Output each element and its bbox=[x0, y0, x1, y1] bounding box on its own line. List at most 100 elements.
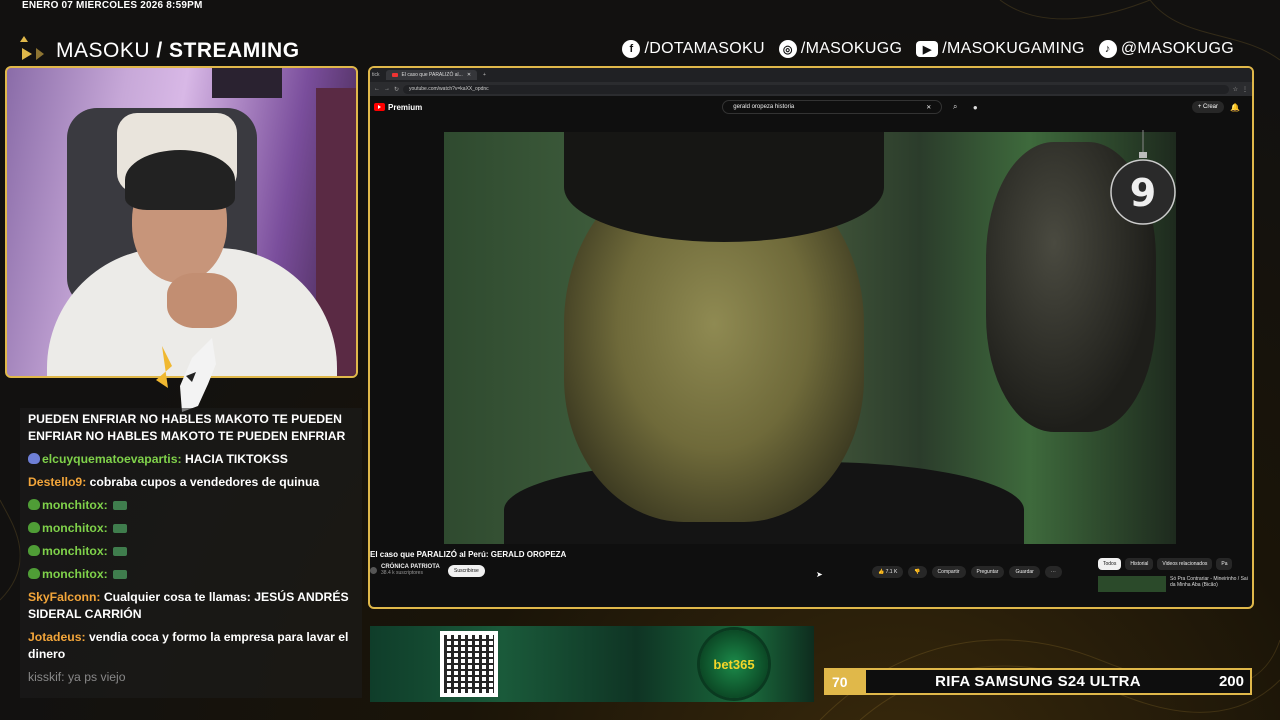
chat-emote-icon bbox=[113, 524, 128, 533]
chip-historial[interactable]: Historial bbox=[1125, 558, 1154, 570]
video-player[interactable] bbox=[444, 132, 1176, 544]
like-button[interactable]: 👍 7.1 K bbox=[872, 566, 904, 578]
chat-username[interactable]: Jotadeus: bbox=[28, 630, 86, 644]
new-tab-icon[interactable]: + bbox=[483, 72, 486, 78]
social-youtube: ▶ /MASOKUGAMING bbox=[916, 40, 1085, 58]
chat-emote-icon bbox=[113, 547, 128, 556]
video-actions: 👍 7.1 K 👎 Compartir Preguntar Guardar ⋯ bbox=[872, 566, 1062, 578]
back-icon[interactable]: ← bbox=[374, 86, 380, 92]
clear-search-icon[interactable]: ✕ bbox=[926, 104, 931, 111]
chat-text: ya ps viejo bbox=[67, 670, 126, 684]
subscribe-button[interactable]: Suscribirse bbox=[448, 565, 485, 577]
social-tiktok: ♪ @MASOKUGG bbox=[1098, 40, 1234, 58]
bookmark-icon[interactable]: ☆ bbox=[1233, 86, 1238, 93]
chat-text: PUEDEN ENFRIAR NO HABLES MAKOTO TE PUEDE… bbox=[28, 412, 346, 443]
like-count: 7.1 K bbox=[885, 569, 898, 575]
user-badge-icon bbox=[28, 522, 40, 533]
forward-icon[interactable]: → bbox=[384, 86, 390, 92]
channel-info: CRÓNICA PATRIOTA 38.4 k suscriptores bbox=[370, 564, 440, 576]
user-badge-icon bbox=[28, 453, 40, 464]
youtube-favicon-icon bbox=[391, 73, 398, 77]
brand-chevron-icon bbox=[20, 36, 44, 70]
video-title: El caso que PARALIZÓ al Perú: GERALD ORO… bbox=[370, 550, 567, 559]
channel-avatar[interactable] bbox=[370, 566, 377, 574]
wolf-mascot-icon bbox=[156, 338, 216, 412]
recommendation-chips: Todos Historial Videos relacionados Pa bbox=[1098, 558, 1233, 570]
microphone-icon[interactable]: ● bbox=[968, 100, 982, 114]
social-instagram-label: /MASOKUGG bbox=[800, 40, 903, 57]
create-button[interactable]: + Crear bbox=[1191, 101, 1225, 113]
sponsor-banner: bet365 bbox=[370, 626, 814, 702]
instagram-icon: ◎ bbox=[778, 40, 797, 58]
share-button[interactable]: Compartir bbox=[931, 566, 966, 578]
chat-text: cobraba cupos a vendedores de quinua bbox=[89, 475, 320, 489]
tab-left-stub[interactable]: tick bbox=[372, 72, 380, 78]
ornament-digit: 9 bbox=[1130, 171, 1156, 215]
social-youtube-label: /MASOKUGAMING bbox=[942, 40, 1085, 57]
chat-emote-icon bbox=[113, 501, 128, 510]
raffle-goal: 200 bbox=[1218, 673, 1244, 690]
save-label: Guardar bbox=[1015, 569, 1034, 575]
browser-urlbar: ← → ↻ youtube.com/watch?v=kaXX_opdnc ☆ ⋮ bbox=[370, 82, 1252, 96]
chat-message: Jotadeus: vendia coca y formo la empresa… bbox=[20, 626, 362, 666]
youtube-search-input[interactable]: gerald oropeza historia ✕ bbox=[722, 100, 943, 114]
chat-username[interactable]: monchitox: bbox=[42, 544, 108, 558]
brand-streaming: / STREAMING bbox=[156, 39, 300, 62]
chat-username[interactable]: monchitox: bbox=[42, 521, 108, 535]
user-badge-icon bbox=[28, 545, 40, 556]
more-icon[interactable]: ⋯ bbox=[1044, 566, 1062, 578]
chat-username[interactable]: monchitox: bbox=[42, 498, 108, 512]
chat-text: HACIA TIKTOKSS bbox=[184, 452, 288, 466]
channel-subscribers: 38.4 k suscriptores bbox=[381, 570, 423, 576]
chat-message: monchitox: bbox=[20, 494, 362, 517]
browser-tabbar: tick El caso que PARALIZÓ al... ✕ + bbox=[370, 68, 1252, 82]
chat-username[interactable]: SkyFalconn: bbox=[28, 590, 100, 604]
social-instagram: ◎ /MASOKUGG bbox=[778, 40, 903, 58]
social-tiktok-label: @MASOKUGG bbox=[1120, 40, 1234, 57]
chip-more[interactable]: Pa bbox=[1216, 558, 1233, 570]
menu-icon[interactable]: ⋮ bbox=[1242, 86, 1248, 93]
wall-frame bbox=[212, 68, 282, 98]
chat-message: elcuyquematoevapartis: HACIA TIKTOKSS bbox=[20, 448, 362, 471]
facebook-icon: f bbox=[622, 40, 641, 58]
raffle-current: 70 bbox=[826, 670, 866, 693]
chip-related[interactable]: Videos relacionados bbox=[1157, 558, 1213, 570]
streamer-hands bbox=[167, 273, 237, 328]
chat-username[interactable]: monchitox: bbox=[42, 567, 108, 581]
chat-message: Destello9: cobraba cupos a vendedores de… bbox=[20, 471, 362, 494]
close-tab-icon[interactable]: ✕ bbox=[467, 72, 471, 78]
ask-button[interactable]: Preguntar bbox=[970, 566, 1005, 578]
mouse-cursor-icon: ➤ bbox=[816, 570, 823, 579]
screen-share: tick El caso que PARALIZÓ al... ✕ + ← → … bbox=[368, 66, 1254, 609]
notifications-icon[interactable]: 🔔 bbox=[1230, 103, 1240, 112]
chip-todos[interactable]: Todos bbox=[1098, 558, 1122, 570]
recommended-video[interactable]: Só Pra Contrariar - Mineirinho / Sai da … bbox=[1098, 576, 1250, 592]
brand: MASOKU / STREAMING bbox=[18, 32, 300, 70]
address-bar[interactable]: youtube.com/watch?v=kaXX_opdnc bbox=[403, 84, 1229, 94]
reload-icon[interactable]: ↻ bbox=[394, 86, 399, 93]
youtube-play-icon bbox=[374, 103, 385, 111]
youtube-icon: ▶ bbox=[916, 41, 939, 57]
dislike-button[interactable]: 👎 bbox=[908, 566, 927, 578]
chat-emote-icon bbox=[113, 570, 128, 579]
christmas-ornament-icon: 9 bbox=[1110, 130, 1176, 225]
raffle-bar: 70 RIFA SAMSUNG S24 ULTRA 200 bbox=[824, 668, 1252, 695]
youtube-header: Premium gerald oropeza historia ✕ ⌕ ● + … bbox=[370, 96, 1252, 118]
share-label: Compartir bbox=[937, 569, 960, 575]
chat-message: monchitox: bbox=[20, 540, 362, 563]
social-facebook: f /DOTAMASOKU bbox=[622, 40, 765, 58]
tab-youtube[interactable]: El caso que PARALIZÓ al... ✕ bbox=[385, 70, 478, 80]
search-query: gerald oropeza historia bbox=[733, 104, 795, 110]
save-button[interactable]: Guardar bbox=[1009, 566, 1040, 578]
brand-name: MASOKU bbox=[56, 39, 151, 62]
chat-username[interactable]: Destello9: bbox=[28, 475, 86, 489]
brand-title: MASOKU / STREAMING bbox=[56, 39, 300, 63]
tab-title: El caso que PARALIZÓ al... bbox=[401, 72, 463, 78]
youtube-logo[interactable]: Premium bbox=[374, 103, 422, 112]
chat-message: monchitox: bbox=[20, 563, 362, 586]
chat-username[interactable]: elcuyquematoevapartis: bbox=[42, 452, 182, 466]
chat-username[interactable]: kisskif: bbox=[28, 670, 65, 684]
chat-message: kisskif: ya ps viejo bbox=[20, 666, 362, 689]
search-icon[interactable]: ⌕ bbox=[948, 100, 962, 114]
tiktok-icon: ♪ bbox=[1098, 40, 1117, 58]
